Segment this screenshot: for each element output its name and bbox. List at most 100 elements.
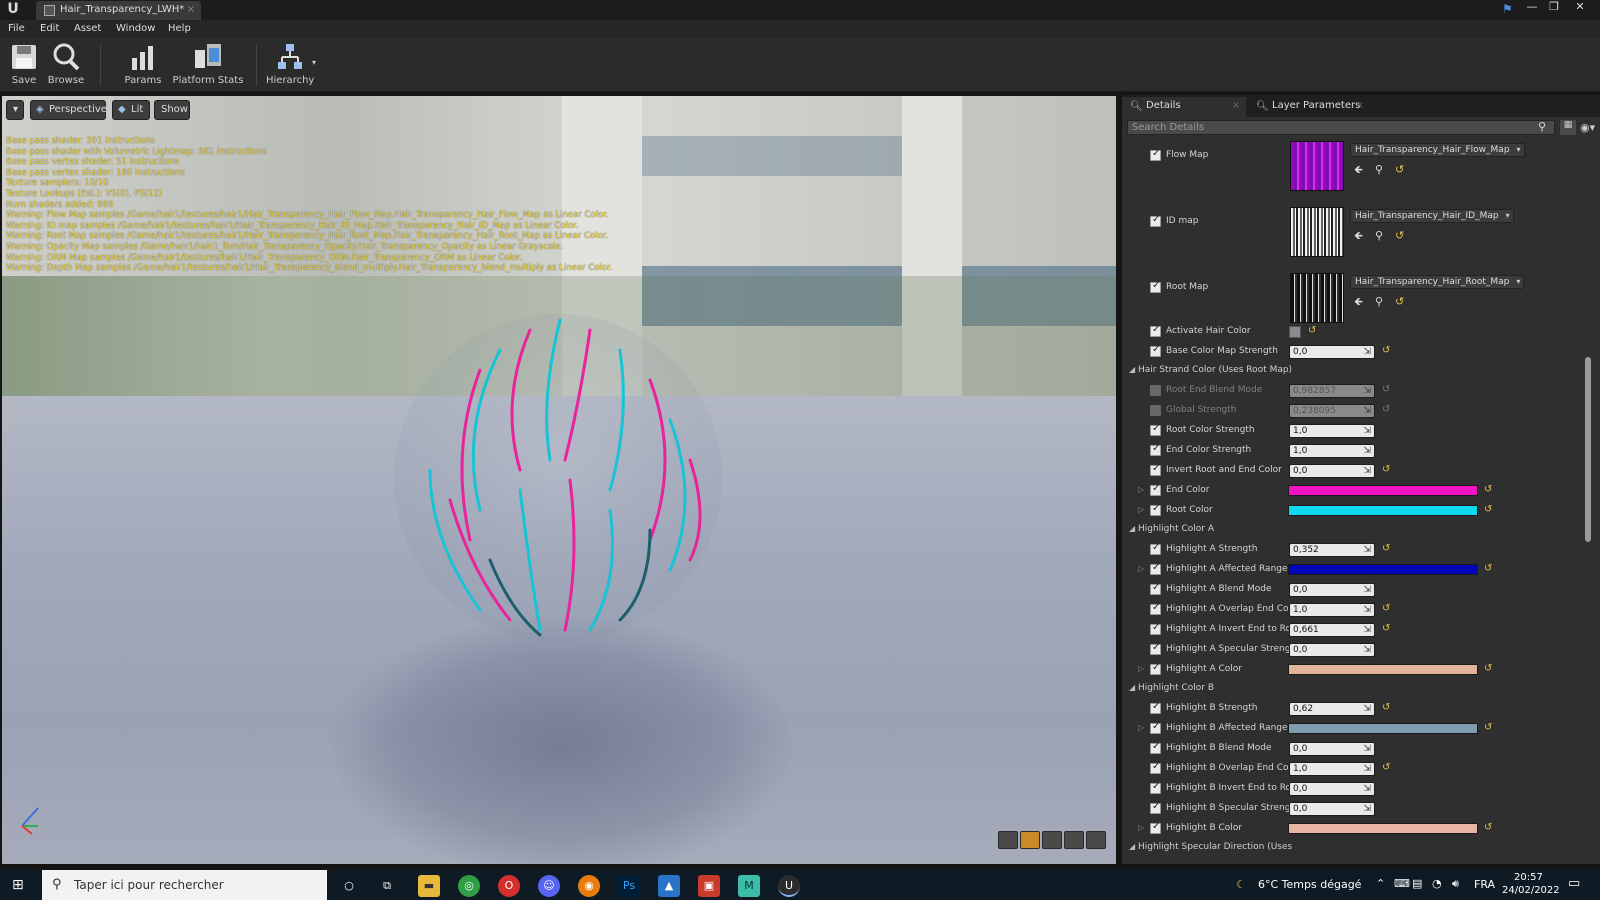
scrollbar-thumb[interactable] (1585, 357, 1591, 542)
preview-cylinder-button[interactable] (998, 831, 1018, 849)
highlight-b-range-swatch[interactable] (1288, 723, 1478, 734)
menu-help[interactable]: Help (168, 23, 191, 34)
photoshop-icon[interactable]: Ps (618, 875, 640, 897)
params-button[interactable]: Params (122, 42, 164, 90)
param-checkbox[interactable] (1150, 821, 1161, 834)
reset-icon[interactable]: ↺ (1308, 325, 1316, 336)
param-checkbox[interactable] (1150, 423, 1161, 436)
unreal-engine-taskbar-icon[interactable]: U (778, 875, 800, 897)
show-button[interactable]: Show (154, 100, 190, 120)
param-value-input[interactable]: 0,0 ⇲ (1289, 464, 1375, 478)
notification-flag-icon[interactable]: ⚑ (1502, 2, 1513, 16)
param-checkbox[interactable] (1150, 781, 1161, 794)
windows-start-icon[interactable]: ⊞ (12, 877, 28, 893)
browse-button[interactable]: Browse (46, 42, 86, 90)
menu-window[interactable]: Window (116, 23, 155, 34)
substance-icon[interactable]: ▣ (698, 875, 720, 897)
expand-arrow-icon[interactable]: ▷ (1138, 505, 1144, 514)
param-checkbox[interactable] (1150, 344, 1161, 357)
tab-layer-parameters[interactable]: 🔍︎ Layer Parameters × (1248, 97, 1368, 117)
param-checkbox[interactable] (1150, 324, 1161, 337)
discord-icon[interactable]: ☺ (538, 875, 560, 897)
category-highlight-color-a[interactable]: ◢ Highlight Color A (1122, 520, 1582, 539)
param-value-input[interactable]: 1,0 ⇲ (1289, 762, 1375, 776)
param-checkbox[interactable] (1150, 148, 1161, 161)
root-color-swatch[interactable] (1288, 505, 1478, 516)
id-map-asset-picker[interactable]: Hair_Transparency_Hair_ID_Map ▾ (1350, 209, 1514, 223)
highlight-b-color-swatch[interactable] (1288, 823, 1478, 834)
menu-edit[interactable]: Edit (40, 23, 59, 34)
param-value-input[interactable]: 1,0 ⇲ (1289, 424, 1375, 438)
preview-sphere-button[interactable] (1020, 831, 1040, 849)
menu-asset[interactable]: Asset (74, 23, 101, 34)
param-value-input[interactable]: 0,0 ⇲ (1289, 345, 1375, 359)
param-checkbox[interactable] (1150, 741, 1161, 754)
root-map-thumbnail[interactable] (1290, 273, 1344, 323)
param-value-input[interactable]: 1,0 ⇲ (1289, 603, 1375, 617)
notifications-icon[interactable]: ▭ (1568, 876, 1580, 891)
param-checkbox[interactable] (1150, 483, 1161, 496)
mixer-icon[interactable]: M (738, 875, 760, 897)
clock-date[interactable]: 24/02/2022 (1502, 885, 1560, 896)
reset-icon[interactable]: ↺ (1484, 722, 1492, 733)
param-value-input[interactable]: 0,0 ⇲ (1289, 742, 1375, 756)
reset-icon[interactable]: ↺ (1395, 295, 1404, 308)
opera-icon[interactable]: O (498, 875, 520, 897)
param-checkbox[interactable] (1150, 801, 1161, 814)
param-value-input[interactable]: 0,0 ⇲ (1289, 643, 1375, 657)
expand-arrow-icon[interactable]: ▷ (1138, 823, 1144, 832)
param-value-input[interactable]: 0,352 ⇲ (1289, 543, 1375, 557)
reset-icon[interactable]: ↺ (1382, 702, 1390, 713)
use-selected-icon[interactable]: 🡸 (1354, 163, 1363, 176)
chrome-icon[interactable]: ◎ (458, 875, 480, 897)
param-checkbox[interactable] (1150, 761, 1161, 774)
reset-icon[interactable]: ↺ (1484, 563, 1492, 574)
expand-arrow-icon[interactable]: ▷ (1138, 723, 1144, 732)
view-options-icon[interactable]: ▦ (1560, 120, 1576, 135)
param-value-input[interactable]: 0,62 ⇲ (1289, 702, 1375, 716)
bool-value-checkbox[interactable] (1289, 326, 1301, 338)
network-icon[interactable]: ⌨ (1394, 877, 1410, 890)
keyboard-icon[interactable]: ▤ (1412, 877, 1422, 890)
use-selected-icon[interactable]: 🡸 (1354, 229, 1363, 242)
weather-text[interactable]: 6°C Temps dégagé (1258, 878, 1361, 891)
tab-details[interactable]: 🔍︎ Details × (1122, 97, 1246, 117)
param-value-input[interactable]: 0,238095 ⇲ (1289, 404, 1375, 418)
end-color-swatch[interactable] (1288, 485, 1478, 496)
param-checkbox[interactable] (1150, 383, 1161, 396)
param-value-input[interactable]: 0,0 ⇲ (1289, 802, 1375, 816)
close-window-button[interactable]: ✕ (1570, 0, 1590, 16)
param-checkbox[interactable] (1150, 662, 1161, 675)
search-details-input[interactable]: Search Details (1127, 120, 1555, 135)
platform-stats-button[interactable]: Platform Stats (172, 42, 244, 90)
use-selected-icon[interactable]: 🡸 (1354, 295, 1363, 308)
close-tab-icon[interactable]: × (1356, 100, 1364, 111)
reset-icon[interactable]: ↺ (1382, 762, 1390, 773)
preview-plane-button[interactable] (1042, 831, 1062, 849)
reset-icon[interactable]: ↺ (1382, 464, 1390, 475)
param-value-input[interactable]: 0,0 ⇲ (1289, 782, 1375, 796)
param-checkbox[interactable] (1150, 542, 1161, 555)
param-checkbox[interactable] (1150, 582, 1161, 595)
param-checkbox[interactable] (1150, 463, 1161, 476)
expand-arrow-icon[interactable]: ▷ (1138, 564, 1144, 573)
blender-icon[interactable]: ◉ (578, 875, 600, 897)
wifi-icon[interactable]: ◔ (1432, 877, 1442, 890)
reset-icon[interactable]: ↺ (1382, 543, 1390, 554)
param-checkbox[interactable] (1150, 701, 1161, 714)
param-checkbox[interactable] (1150, 721, 1161, 734)
highlight-a-color-swatch[interactable] (1288, 664, 1478, 675)
material-preview-viewport[interactable]: ▾ ◈ Perspective ◆ Lit Show Base pass sha… (2, 96, 1116, 864)
save-button[interactable]: Save (8, 42, 40, 90)
root-map-asset-picker[interactable]: Hair_Transparency_Hair_Root_Map ▾ (1350, 275, 1525, 289)
close-tab-icon[interactable]: × (187, 4, 195, 15)
expand-arrow-icon[interactable]: ▷ (1138, 664, 1144, 673)
reset-icon[interactable]: ↺ (1382, 623, 1390, 634)
param-checkbox[interactable] (1150, 443, 1161, 456)
highlight-a-range-swatch[interactable] (1288, 564, 1478, 575)
param-value-input[interactable]: 1,0 ⇲ (1289, 444, 1375, 458)
param-value-input[interactable]: 0,0 ⇲ (1289, 583, 1375, 597)
search-icon[interactable]: ⚲ (1538, 120, 1552, 134)
flow-map-thumbnail[interactable] (1290, 141, 1344, 191)
reset-icon[interactable]: ↺ (1484, 504, 1492, 515)
